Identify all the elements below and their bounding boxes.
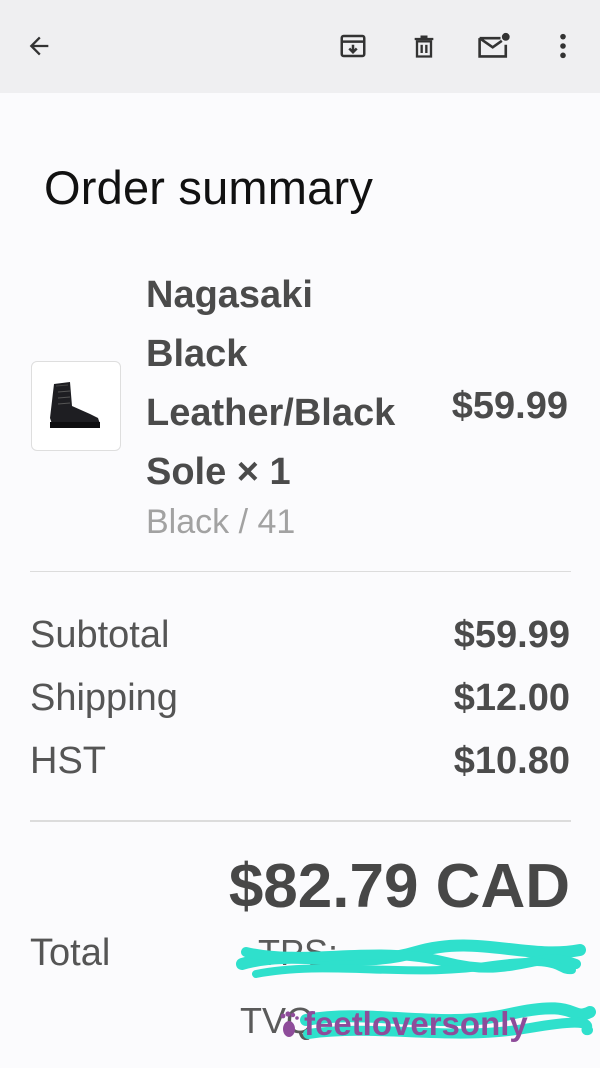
arrow-left-icon: [29, 36, 49, 56]
product-name-line: Black: [146, 333, 248, 375]
page-title: Order summary: [44, 161, 374, 214]
mark-unread-button[interactable]: [476, 28, 512, 64]
product-name-line: Leather/Black: [146, 392, 396, 434]
footprint-icon: [280, 1011, 299, 1037]
item-price: $59.99: [451, 385, 568, 427]
watermark: feetloversonly: [278, 1005, 528, 1043]
watermark-text: feetloversonly: [304, 1005, 528, 1042]
archive-icon: [340, 34, 366, 58]
product-name-line: Nagasaki: [146, 274, 313, 316]
back-button[interactable]: [21, 28, 57, 64]
subtotal-value: $59.99: [453, 614, 570, 656]
archive-button[interactable]: [335, 28, 371, 64]
top-app-bar: [0, 0, 600, 93]
total-amount: $82.79 CAD: [228, 852, 570, 921]
product-variant: Black / 41: [146, 503, 296, 541]
divider: [30, 571, 571, 572]
mail-unread-icon: [478, 32, 510, 58]
total-label: Total: [30, 932, 111, 974]
delete-button[interactable]: [406, 28, 442, 64]
more-options-button[interactable]: [545, 28, 581, 64]
redaction-scribble: [236, 939, 586, 978]
trash-icon: [414, 35, 434, 58]
divider: [30, 820, 571, 822]
product-thumbnail: [31, 361, 121, 451]
product-name-line: Sole × 1: [146, 451, 291, 493]
product-name: Nagasaki Black Leather/Black Sole × 1: [146, 266, 426, 502]
hst-label: HST: [30, 740, 106, 782]
shipping-value: $12.00: [453, 677, 570, 719]
hst-value: $10.80: [453, 740, 570, 782]
more-vertical-icon: [560, 33, 566, 59]
subtotal-label: Subtotal: [30, 614, 170, 656]
shipping-label: Shipping: [30, 677, 178, 719]
boot-image: [50, 382, 100, 428]
